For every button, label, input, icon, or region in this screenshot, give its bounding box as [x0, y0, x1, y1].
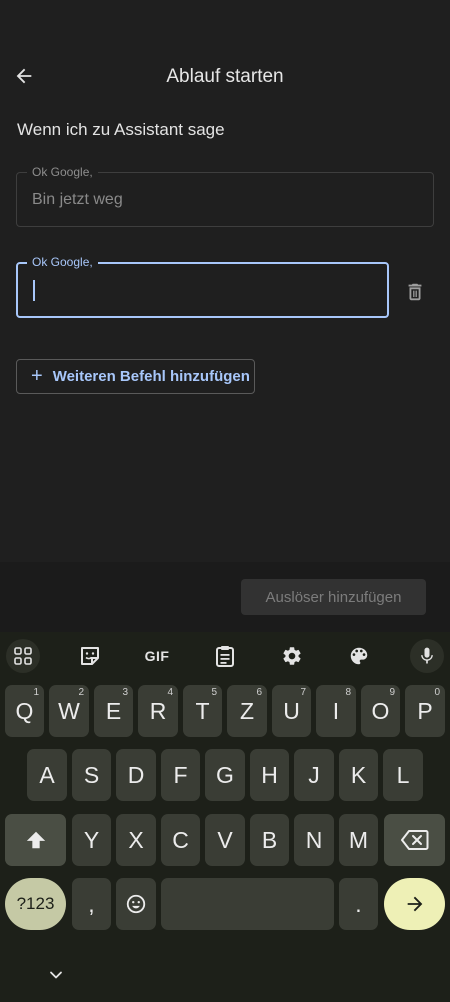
sticker-button[interactable]	[73, 639, 107, 673]
key-label: W	[58, 697, 80, 724]
key-f[interactable]: F	[161, 749, 200, 801]
key-label: U	[283, 697, 300, 724]
emoji-key[interactable]	[116, 878, 156, 930]
key-label: P	[417, 697, 433, 724]
space-key[interactable]	[161, 878, 334, 930]
key-label: T	[195, 697, 210, 724]
key-r[interactable]: R4	[138, 685, 178, 737]
comma-key[interactable]: ,	[72, 878, 111, 930]
add-command-label: Weiteren Befehl hinzufügen	[52, 368, 250, 385]
apps-grid-button[interactable]	[6, 639, 40, 673]
key-u[interactable]: U7	[272, 685, 311, 737]
period-key[interactable]: .	[339, 878, 378, 930]
trash-icon	[408, 283, 422, 301]
command-field-1-legend: Ok Google,	[27, 165, 98, 180]
key-j[interactable]: J	[294, 749, 334, 801]
key-z[interactable]: Z6	[227, 685, 267, 737]
key-e[interactable]: E3	[94, 685, 133, 737]
key-a[interactable]: A	[27, 749, 67, 801]
app-screen: Ablauf starten Wenn ich zu Assistant sag…	[0, 0, 450, 632]
key-m[interactable]: M	[339, 814, 378, 866]
command-field-2-legend: Ok Google,	[27, 255, 98, 270]
key-hint: 8	[345, 687, 351, 698]
voice-input-button[interactable]	[410, 639, 444, 673]
key-p[interactable]: P0	[405, 685, 445, 737]
page-title: Ablauf starten	[166, 66, 284, 87]
key-hint: 7	[300, 687, 306, 698]
arrow-right-icon	[407, 896, 422, 912]
on-screen-keyboard: GIF Q1 W2 E3 R 4 T 5 Z 6 U 7 I 8 O 9 P 0…	[0, 632, 450, 1002]
plus-icon: +	[31, 364, 43, 387]
key-i[interactable]: I8	[316, 685, 356, 737]
gear-icon	[283, 647, 301, 665]
gif-icon: GIF	[144, 648, 170, 664]
key-s[interactable]: S	[72, 749, 111, 801]
key-hint: 0	[434, 687, 440, 698]
key-hint: 9	[389, 687, 395, 698]
key-label: I	[332, 697, 340, 724]
key-label: E	[105, 697, 122, 724]
palette-icon	[350, 647, 368, 665]
text-cursor	[33, 280, 35, 301]
keyboard-settings-button[interactable]	[275, 639, 309, 673]
key-hint: 4	[167, 687, 173, 698]
delete-command-button[interactable]	[402, 278, 428, 306]
clipboard-icon	[216, 646, 234, 667]
hide-keyboard-button[interactable]	[44, 963, 68, 987]
key-v[interactable]: V	[205, 814, 245, 866]
gif-button[interactable]: GIF	[140, 639, 174, 673]
microphone-icon	[421, 647, 433, 664]
key-x[interactable]: X	[116, 814, 156, 866]
key-d[interactable]: D	[116, 749, 156, 801]
chevron-down-icon	[50, 971, 62, 979]
command-field-1[interactable]: Ok Google, Bin jetzt weg	[16, 165, 434, 227]
backspace-icon	[400, 830, 428, 850]
key-label: O	[371, 697, 390, 724]
command-field-2[interactable]: Ok Google,	[16, 255, 389, 318]
key-y[interactable]: Y	[72, 814, 111, 866]
key-k[interactable]: K	[339, 749, 378, 801]
key-g[interactable]: G	[205, 749, 245, 801]
add-command-button[interactable]: + Weiteren Befehl hinzufügen	[16, 359, 255, 394]
symbols-key[interactable]: ?123	[5, 878, 66, 930]
key-t[interactable]: T5	[183, 685, 222, 737]
backspace-key[interactable]	[384, 814, 445, 866]
keyboard-toolbar: GIF	[0, 632, 450, 678]
sticker-icon	[81, 647, 99, 665]
emoji-icon	[126, 894, 146, 914]
key-o[interactable]: O9	[361, 685, 400, 737]
key-label: R	[149, 697, 167, 724]
key-w[interactable]: W2	[49, 685, 89, 737]
key-hint: 2	[78, 687, 84, 698]
key-label: Z	[239, 697, 255, 724]
enter-key[interactable]	[384, 878, 445, 930]
key-l[interactable]: L	[383, 749, 423, 801]
add-trigger-button[interactable]: Auslöser hinzufügen	[241, 579, 426, 615]
key-hint: 3	[122, 687, 128, 698]
command-field-1-value: Bin jetzt weg	[32, 191, 123, 208]
key-n[interactable]: N	[294, 814, 334, 866]
section-subtitle: Wenn ich zu Assistant sage	[17, 120, 225, 139]
theme-button[interactable]	[342, 639, 376, 673]
shift-icon	[26, 831, 45, 849]
shift-key[interactable]	[5, 814, 66, 866]
key-label: Q	[15, 697, 34, 724]
key-hint: 1	[33, 687, 39, 698]
grid-icon	[14, 647, 32, 665]
key-hint: 5	[211, 687, 217, 698]
key-b[interactable]: B	[250, 814, 289, 866]
key-c[interactable]: C	[161, 814, 200, 866]
clipboard-button[interactable]	[208, 639, 242, 673]
key-q[interactable]: Q1	[5, 685, 44, 737]
key-hint: 6	[256, 687, 262, 698]
key-h[interactable]: H	[250, 749, 289, 801]
